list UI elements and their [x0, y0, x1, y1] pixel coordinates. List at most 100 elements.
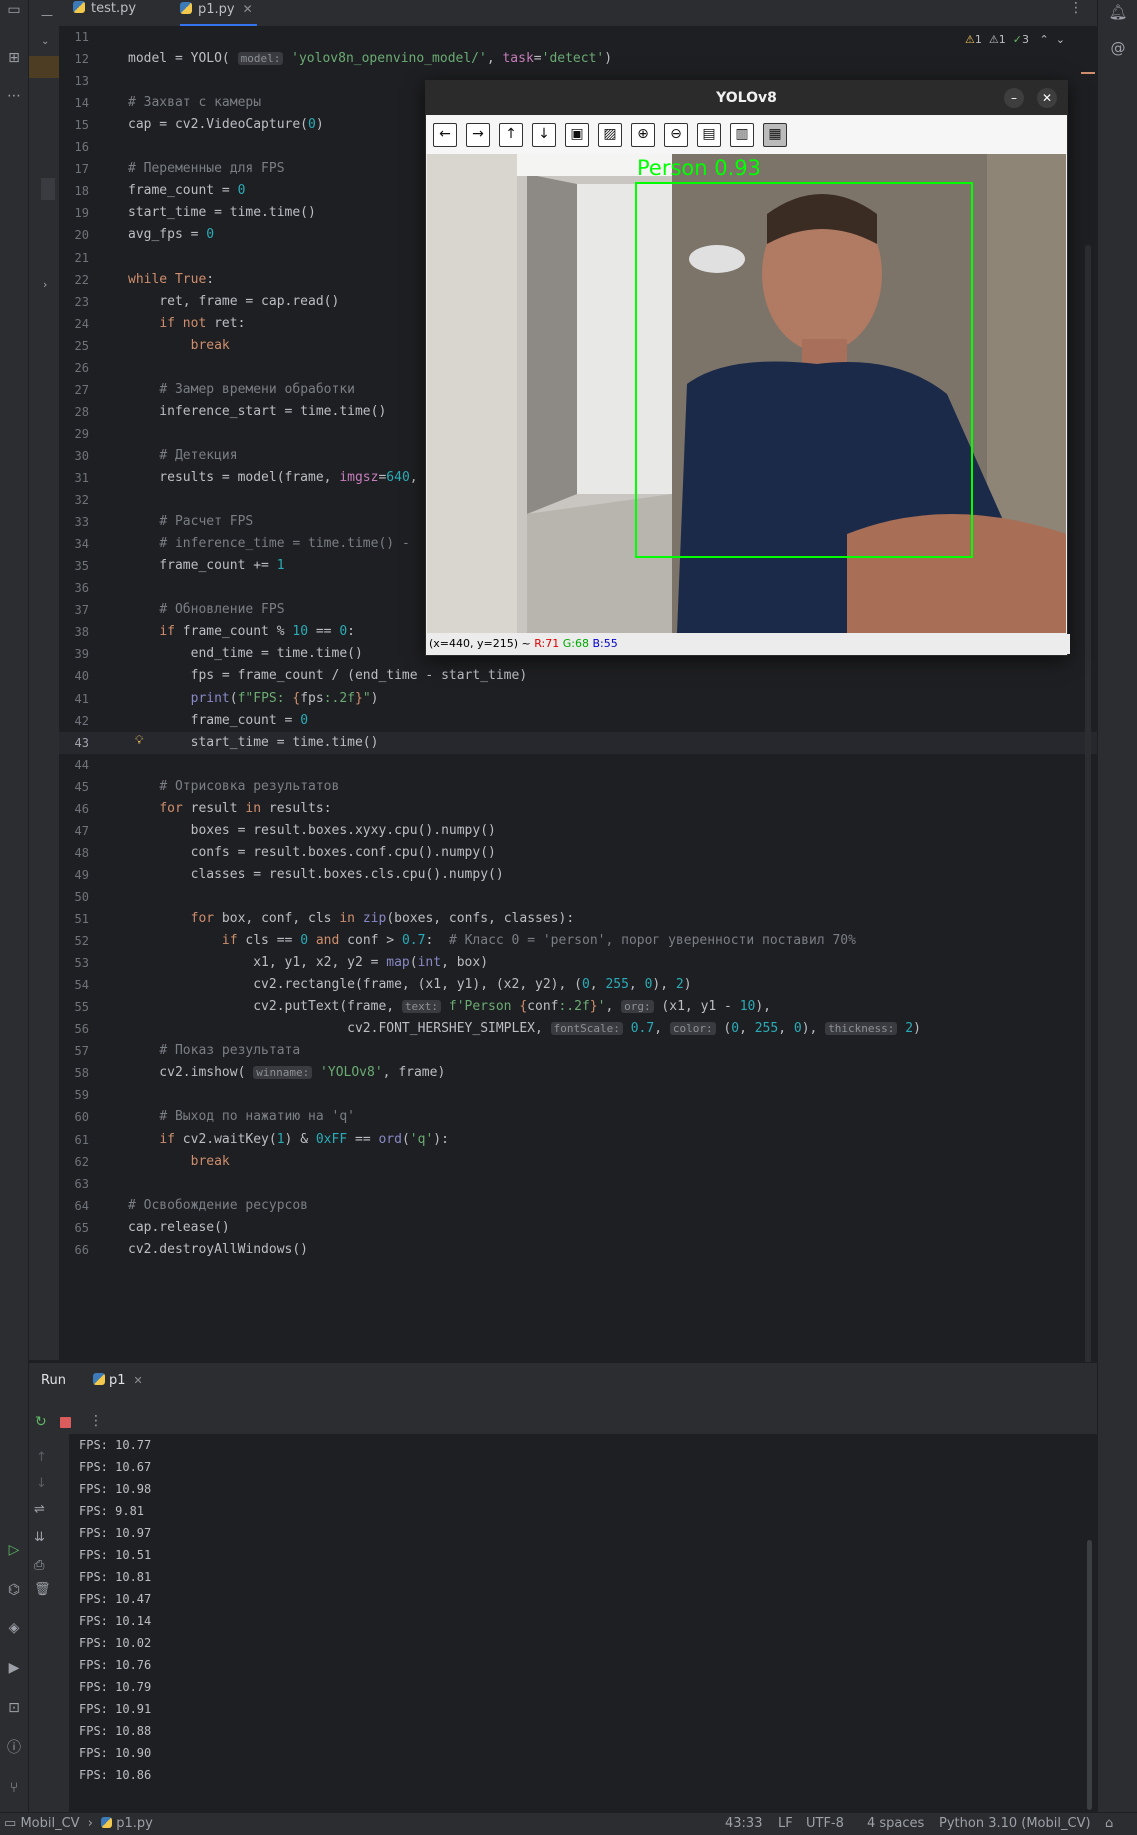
code-line[interactable]: for box, conf, cls in zip(boxes, confs, … [128, 908, 575, 930]
code-line[interactable]: inference_start = time.time() [128, 401, 386, 423]
chevron-right-icon[interactable]: › [43, 278, 47, 291]
indent-setting[interactable]: 4 spaces [867, 1813, 924, 1835]
chevron-up-icon[interactable]: ⌃ [1039, 33, 1048, 46]
code-line[interactable]: model = YOLO( model: 'yolov8n_openvino_m… [128, 48, 612, 70]
scroll-to-end-icon[interactable]: ⇊ [34, 1530, 45, 1545]
arrow-left-icon[interactable]: ← [433, 123, 457, 147]
chevron-down-icon[interactable]: ⌄ [1056, 33, 1065, 46]
code-line[interactable]: cap.release() [128, 1217, 230, 1239]
line-separator[interactable]: LF [778, 1813, 793, 1835]
arrow-up-icon[interactable]: ↑ [499, 123, 523, 147]
clipboard-icon[interactable]: ▥ [730, 123, 754, 147]
structure-icon[interactable]: ⊞ [4, 48, 24, 68]
code-line[interactable]: cv2.rectangle(frame, (x1, y1), (x2, y2),… [128, 974, 691, 996]
code-line[interactable]: cv2.imshow( winname: 'YOLOv8', frame) [128, 1062, 445, 1084]
image-edit-icon[interactable]: ▨ [598, 123, 622, 147]
run-tool-icon[interactable]: ▷ [4, 1540, 24, 1560]
code-line[interactable]: start_time = time.time() [128, 732, 379, 754]
code-line[interactable]: if cv2.waitKey(1) & 0xFF == ord('q'): [128, 1129, 449, 1151]
code-line[interactable]: cap = cv2.VideoCapture(0) [128, 114, 324, 136]
code-line[interactable]: break [128, 335, 230, 357]
arrow-right-icon[interactable]: → [466, 123, 490, 147]
code-line[interactable]: # Расчет FPS [128, 511, 253, 533]
inspection-widget[interactable]: ⚠1 ⚠1 ✓3 ⌃ ⌄ [965, 33, 1065, 46]
more-icon[interactable]: ⋮ [89, 1413, 103, 1429]
rerun-icon[interactable]: ↻ [35, 1414, 47, 1430]
code-line[interactable]: while True: [128, 269, 214, 291]
run-tab-p1[interactable]: p1 ✕ [93, 1373, 143, 1388]
more-icon[interactable]: ⋯ [4, 86, 24, 106]
code-line[interactable]: # Отрисовка результатов [128, 776, 339, 798]
code-line[interactable]: frame_count = 0 [128, 710, 308, 732]
breadcrumb-file[interactable]: p1.py [116, 1816, 153, 1831]
code-line[interactable]: cv2.FONT_HERSHEY_SIMPLEX, fontScale: 0.7… [128, 1018, 921, 1040]
python-interpreter[interactable]: Python 3.10 (Mobil_CV) [939, 1813, 1091, 1835]
window-title[interactable]: YOLOv8 [426, 81, 1067, 115]
tab-p1-py[interactable]: p1.py ✕ [180, 0, 257, 26]
code-line[interactable]: fps = frame_count / (end_time - start_ti… [128, 665, 528, 687]
code-line[interactable]: if cls == 0 and conf > 0.7: # Класс 0 = … [128, 930, 856, 952]
breadcrumb-project[interactable]: Mobil_CV [20, 1816, 79, 1831]
zoom-in-icon[interactable]: ⊕ [631, 123, 655, 147]
code-line[interactable]: cv2.putText(frame, text: f'Person {conf:… [128, 996, 771, 1018]
close-icon[interactable]: ✕ [134, 1374, 143, 1387]
stop-icon[interactable] [60, 1417, 71, 1428]
image-icon[interactable]: ▣ [565, 123, 589, 147]
close-icon[interactable]: ✕ [243, 2, 253, 16]
code-line[interactable]: frame_count = 0 [128, 180, 245, 202]
code-line[interactable]: # inference_time = time.time() - [128, 533, 409, 555]
python-console-icon[interactable]: ⌬ [4, 1580, 24, 1600]
problems-icon[interactable]: ⓘ [4, 1738, 24, 1758]
code-line[interactable]: boxes = result.boxes.xyxy.cpu().numpy() [128, 820, 496, 842]
code-line[interactable]: # Захват с камеры [128, 92, 261, 114]
code-line[interactable]: x1, y1, x2, y2 = map(int, box) [128, 952, 488, 974]
arrow-down-icon[interactable]: ↓ [36, 1476, 47, 1491]
project-icon[interactable]: ▭ [4, 0, 24, 20]
code-line[interactable]: print(f"FPS: {fps:.2f}") [128, 688, 379, 710]
print-icon[interactable]: ⎙ [34, 1558, 44, 1573]
code-line[interactable]: for result in results: [128, 798, 331, 820]
code-line[interactable]: # Переменные для FPS [128, 158, 285, 180]
caret-position[interactable]: 43:33 [725, 1813, 762, 1835]
layers-icon[interactable]: ◈ [4, 1618, 24, 1638]
more-tabs-icon[interactable]: ⋮ [1069, 0, 1083, 16]
chevron-down-icon[interactable]: ⌄ [41, 36, 49, 47]
notifications-icon[interactable]: 🔔︎ [1108, 2, 1128, 22]
breadcrumb[interactable]: ▭ Mobil_CV › p1.py [4, 1813, 153, 1835]
lock-icon[interactable]: ⌂ [1105, 1813, 1113, 1835]
minimize-icon[interactable]: – [1004, 88, 1024, 108]
close-icon[interactable]: ✕ [1037, 88, 1057, 108]
settings-icon[interactable]: ▦ [763, 123, 787, 147]
code-line[interactable]: results = model(frame, imgsz=640, [128, 467, 417, 489]
code-line[interactable]: cv2.destroyAllWindows() [128, 1239, 308, 1261]
file-encoding[interactable]: UTF-8 [806, 1813, 844, 1835]
zoom-out-icon[interactable]: ⊖ [664, 123, 688, 147]
editor-scrollbar[interactable] [1085, 245, 1091, 1365]
run-console[interactable] [69, 1434, 1097, 1812]
code-line[interactable]: break [128, 1151, 230, 1173]
arrow-up-icon[interactable]: ↑ [36, 1450, 47, 1465]
code-line[interactable]: avg_fps = 0 [128, 224, 214, 246]
save-icon[interactable]: ▤ [697, 123, 721, 147]
trash-icon[interactable]: 🗑︎ [34, 1582, 51, 1597]
code-line[interactable]: frame_count += 1 [128, 555, 284, 577]
minimize-icon[interactable]: — [41, 8, 53, 22]
arrow-down-icon[interactable]: ↓ [532, 123, 556, 147]
soft-wrap-icon[interactable]: ⇌ [34, 1502, 45, 1517]
terminal-icon[interactable]: ⊡ [4, 1698, 24, 1718]
services-icon[interactable]: ▶ [4, 1658, 24, 1678]
code-line[interactable]: start_time = time.time() [128, 202, 316, 224]
code-line[interactable]: # Показ результата [128, 1040, 300, 1062]
code-line[interactable]: # Освобождение ресурсов [128, 1195, 308, 1217]
code-line[interactable]: confs = result.boxes.conf.cpu().numpy() [128, 842, 496, 864]
code-line[interactable]: # Детекция [128, 445, 237, 467]
ai-assistant-icon[interactable]: @ [1108, 38, 1128, 58]
code-line[interactable]: if not ret: [128, 313, 245, 335]
code-line[interactable]: classes = result.boxes.cls.cpu().numpy() [128, 864, 504, 886]
code-line[interactable]: end_time = time.time() [128, 643, 363, 665]
git-icon[interactable]: ⑂ [4, 1778, 24, 1798]
code-line[interactable]: # Выход по нажатию на 'q' [128, 1106, 355, 1128]
console-scrollbar[interactable] [1087, 1540, 1092, 1810]
run-panel-title[interactable]: Run [41, 1373, 66, 1388]
code-line[interactable]: if frame_count % 10 == 0: [128, 621, 355, 643]
